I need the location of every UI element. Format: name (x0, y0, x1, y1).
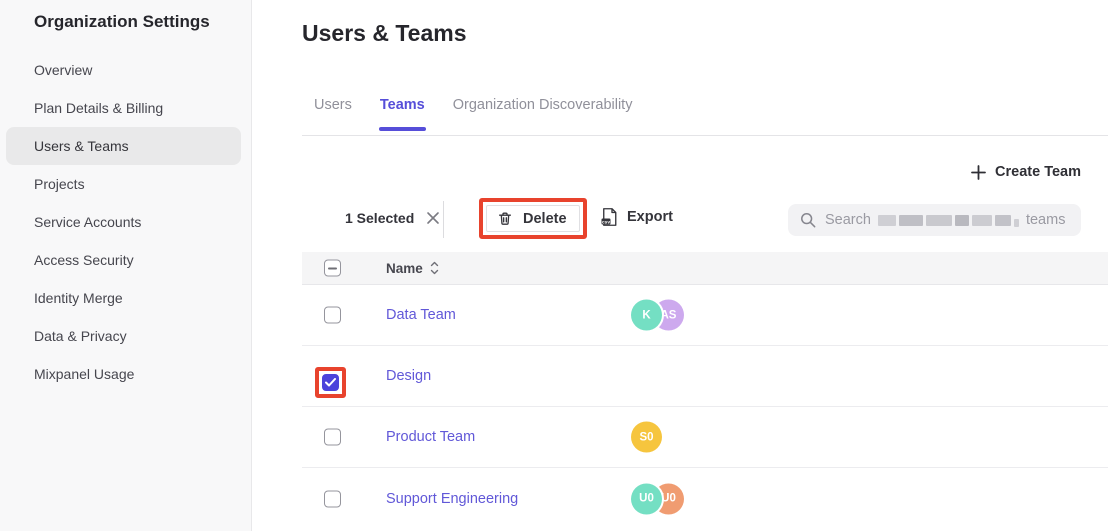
sidebar-item-access-security[interactable]: Access Security (6, 241, 241, 279)
delete-button-label: Delete (523, 211, 567, 227)
search-teams-input[interactable]: Search teams (788, 204, 1081, 236)
row-checkbox-cell (324, 429, 341, 446)
team-link-data-team[interactable]: Data Team (386, 307, 456, 323)
sidebar-item-overview[interactable]: Overview (6, 51, 241, 89)
row-checkbox-cell (324, 307, 341, 324)
selection-count-label: 1 Selected (345, 210, 414, 226)
toolbar-divider (443, 201, 444, 238)
row-checkbox-design[interactable] (322, 374, 339, 391)
page-title: Users & Teams (302, 20, 467, 47)
name-column-header[interactable]: Name (386, 261, 439, 276)
select-all-checkbox[interactable] (324, 260, 341, 277)
csv-file-icon: csv (600, 207, 618, 227)
create-team-button[interactable]: Create Team (971, 164, 1081, 180)
avatar: K (631, 300, 662, 331)
tab-bar: Users Teams Organization Discoverability (313, 95, 633, 131)
sidebar-item-mixpanel-usage[interactable]: Mixpanel Usage (6, 355, 241, 393)
search-placeholder: Search teams (825, 212, 1065, 228)
tab-users-label: Users (314, 97, 352, 113)
indeterminate-dash (328, 267, 337, 269)
main-content: Users & Teams Users Teams Organization D… (252, 0, 1108, 531)
teams-table: Name Data Team K AS (302, 252, 1108, 529)
settings-sidebar: Organization Settings Overview Plan Deta… (0, 0, 252, 531)
trash-icon (497, 210, 513, 227)
tab-organization-discoverability[interactable]: Organization Discoverability (452, 95, 634, 131)
sidebar-item-users-teams[interactable]: Users & Teams (6, 127, 241, 165)
avatar: U0 (631, 483, 662, 514)
row-checkbox-cell (324, 490, 341, 507)
delete-button[interactable]: Delete (486, 205, 580, 232)
sidebar-item-identity-merge[interactable]: Identity Merge (6, 279, 241, 317)
search-placeholder-suffix: teams (1026, 212, 1066, 228)
team-link-design[interactable]: Design (386, 368, 431, 384)
table-row: Product Team S0 (302, 407, 1108, 468)
team-link-product-team[interactable]: Product Team (386, 429, 475, 445)
search-icon (800, 212, 816, 228)
create-team-label: Create Team (995, 164, 1081, 180)
tabs-divider (302, 135, 1108, 136)
checkmark-icon (325, 378, 336, 387)
redacted-org-name (878, 214, 1019, 227)
delete-highlight-box: Delete (479, 198, 587, 239)
svg-text:csv: csv (602, 220, 610, 225)
table-row: Support Engineering U0 U0 (302, 468, 1108, 529)
table-header-row: Name (302, 252, 1108, 285)
team-link-support-engineering[interactable]: Support Engineering (386, 491, 518, 507)
sidebar-item-data-privacy[interactable]: Data & Privacy (6, 317, 241, 355)
member-avatars: K AS (631, 300, 684, 331)
row-checkbox-product-team[interactable] (324, 429, 341, 446)
row-checkbox-data-team[interactable] (324, 307, 341, 324)
select-all-cell (324, 260, 341, 277)
checkbox-highlight-box (315, 367, 346, 398)
sidebar-title: Organization Settings (0, 0, 251, 32)
selection-count: 1 Selected (345, 210, 440, 226)
sidebar-item-plan-details-billing[interactable]: Plan Details & Billing (6, 89, 241, 127)
sort-icon (430, 261, 439, 275)
clear-selection-icon[interactable] (426, 211, 440, 225)
tab-org-discoverability-label: Organization Discoverability (453, 97, 633, 113)
tab-users[interactable]: Users (313, 95, 353, 131)
search-placeholder-prefix: Search (825, 212, 871, 228)
bulk-actions-toolbar: 1 Selected Delete (252, 198, 1108, 242)
active-tab-underline (379, 127, 426, 131)
plus-icon (971, 165, 986, 180)
export-button[interactable]: csv Export (600, 207, 673, 227)
tab-teams-label: Teams (380, 97, 425, 113)
avatar: S0 (631, 422, 662, 453)
sidebar-item-projects[interactable]: Projects (6, 165, 241, 203)
table-row: Data Team K AS (302, 285, 1108, 346)
row-checkbox-support-engineering[interactable] (324, 490, 341, 507)
table-row: Design (302, 346, 1108, 407)
name-column-label: Name (386, 261, 423, 276)
sidebar-item-service-accounts[interactable]: Service Accounts (6, 203, 241, 241)
organization-settings-page: Organization Settings Overview Plan Deta… (0, 0, 1108, 531)
tab-teams[interactable]: Teams (379, 95, 426, 131)
member-avatars: S0 (631, 422, 662, 453)
member-avatars: U0 U0 (631, 483, 684, 514)
export-button-label: Export (627, 209, 673, 225)
sidebar-nav: Overview Plan Details & Billing Users & … (0, 51, 251, 393)
